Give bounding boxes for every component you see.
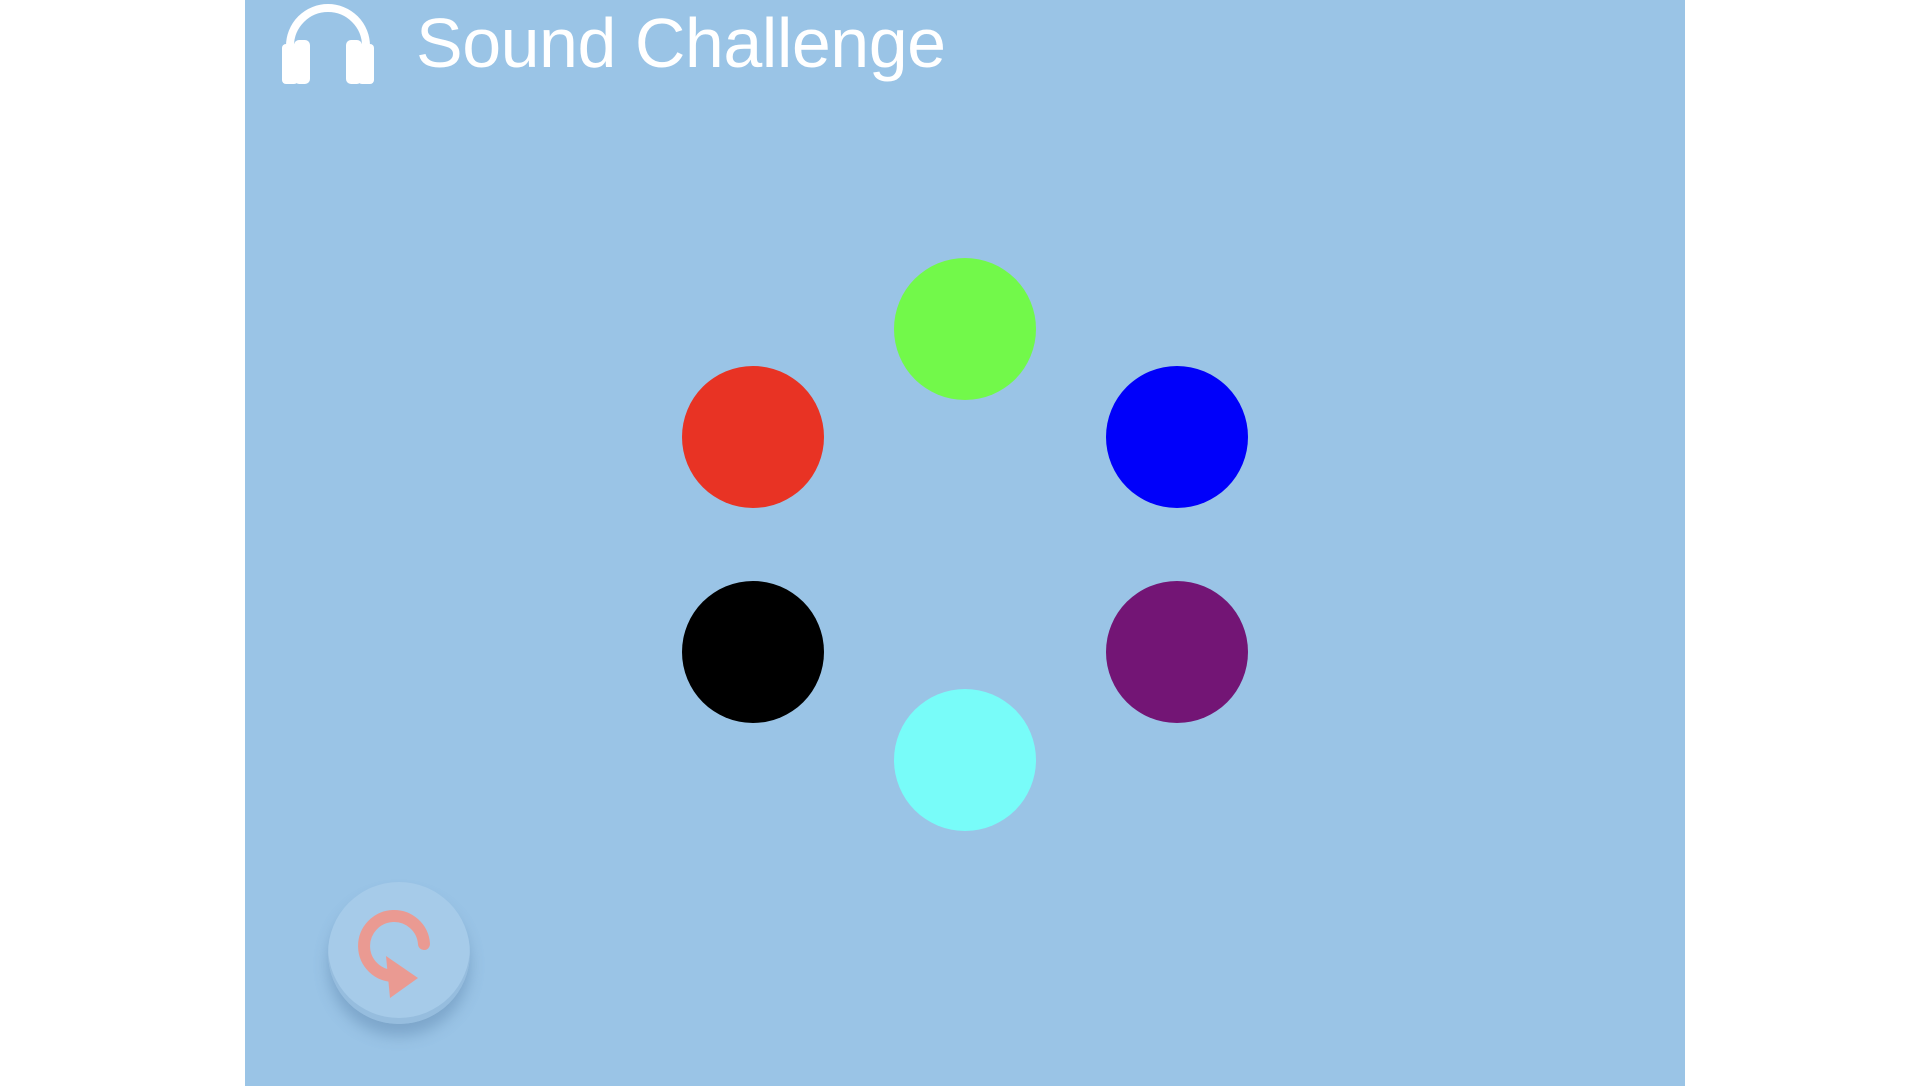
pad-green[interactable] <box>894 258 1036 400</box>
headphones-icon <box>282 4 374 84</box>
restart-button[interactable] <box>328 882 470 1024</box>
game-area: Sound Challenge <box>245 0 1685 1086</box>
restart-icon <box>358 910 430 998</box>
pad-blue[interactable] <box>1106 366 1248 508</box>
pad-purple[interactable] <box>1106 581 1248 723</box>
game-title: Sound Challenge <box>416 4 946 82</box>
pad-cyan[interactable] <box>894 689 1036 831</box>
pad-black[interactable] <box>682 581 824 723</box>
game-header: Sound Challenge <box>280 0 946 90</box>
pad-red[interactable] <box>682 366 824 508</box>
